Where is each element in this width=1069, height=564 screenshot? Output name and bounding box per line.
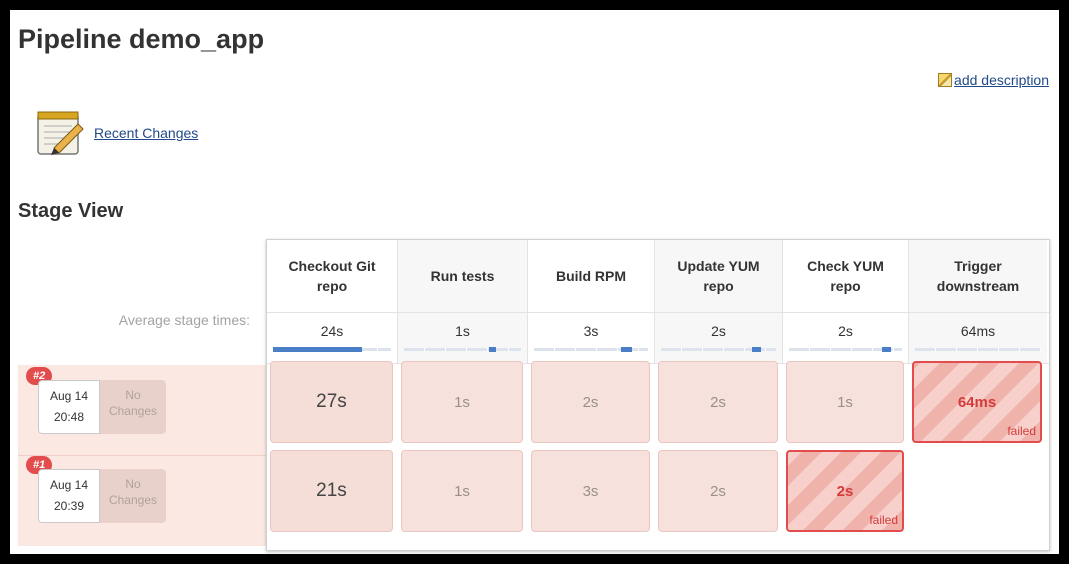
stage-average-time: 64ms [909,313,1047,363]
add-description-label: add description [954,72,1049,88]
stage-average-bar [789,347,902,352]
stage-cell[interactable]: 2s [658,450,778,532]
stage-average-value: 3s [583,323,599,339]
average-stage-times-label: Average stage times: [118,312,250,328]
stage-cell[interactable]: 2s [531,361,650,443]
failed-status-label: failed [869,513,898,527]
stage-header: Trigger downstream [909,240,1047,312]
stage-header: Build RPM [528,240,655,312]
stage-cell[interactable]: 2s failed [786,450,904,532]
stage-average-bar-fill [273,347,362,352]
stage-header: Run tests [398,240,528,312]
stage-average-time: 1s [398,313,528,363]
stage-view-title: Stage View [18,200,124,222]
stage-header: Update YUM repo [655,240,783,312]
stage-header: Check YUM repo [783,240,909,312]
stage-cell[interactable]: 2s [658,361,778,443]
stage-average-bar [404,347,521,352]
stage-average-value: 2s [711,323,726,339]
build-card[interactable]: Aug 14 20:48 No Changes [38,380,166,434]
stage-average-bar-fill [881,347,891,352]
stage-duration: 21s [316,480,347,501]
stage-average-value: 24s [320,323,344,339]
build-changes: No Changes [100,469,166,523]
stage-cell[interactable]: 27s [270,361,393,443]
stage-average-bar-fill [751,347,762,352]
stage-duration: 2s [710,393,726,411]
stage-average-value: 64ms [960,323,996,339]
stage-average-value: 1s [455,323,470,339]
stage-cell[interactable]: 1s [401,450,523,532]
stage-average-bar [661,347,776,352]
build-card[interactable]: Aug 14 20:39 No Changes [38,469,166,523]
build-date-day: Aug 14 [49,389,89,403]
stage-duration: 2s [710,482,726,500]
build-changes: No Changes [100,380,166,434]
stage-cell[interactable]: 3s [531,450,650,532]
add-description-link[interactable]: add description [938,72,1049,88]
stage-average-bar [915,348,1041,351]
stage-duration: 2s [582,393,599,411]
stage-average-time: 2s [783,313,909,363]
recent-changes[interactable]: Recent Changes [34,108,198,158]
stage-headers: Checkout Git repo Run tests Build RPM Updat… [267,240,1049,312]
jenkins-page: Pipeline demo_app add description Recent… [10,10,1059,554]
build-date: Aug 14 20:39 [38,469,100,523]
recent-changes-link[interactable]: Recent Changes [94,125,198,141]
build-date-time: 20:48 [53,410,85,424]
stage-duration: 2s [836,482,854,500]
stage-cell[interactable]: 1s [786,361,904,443]
stage-average-bar-fill [620,347,633,352]
stage-average-time: 2s [655,313,783,363]
stage-duration: 1s [837,393,853,411]
stage-duration: 1s [454,393,470,411]
average-times-row: 24s 1s 3s 2s 2s 64ms [267,312,1049,364]
stage-header: Checkout Git repo [267,240,398,312]
stage-average-time: 3s [528,313,655,363]
build-date-time: 20:39 [53,499,85,513]
notepad-pencil-icon [37,111,84,155]
stage-average-bar-fill [489,347,497,352]
stage-duration: 27s [316,391,347,412]
stage-cell[interactable]: 1s [401,361,523,443]
stage-average-bar [273,347,391,352]
build-date: Aug 14 20:48 [38,380,100,434]
stage-average-bar [534,347,648,352]
stage-cell[interactable]: 64ms failed [912,361,1042,443]
stage-cell[interactable]: 21s [270,450,393,532]
edit-icon [938,73,953,87]
stage-average-value: 2s [838,323,853,339]
page-title: Pipeline demo_app [18,24,265,54]
stage-duration: 1s [454,482,470,500]
build-date-day: Aug 14 [49,478,89,492]
stage-duration: 64ms [957,393,997,411]
stage-average-time: 24s [267,313,398,363]
stage-duration: 3s [582,482,599,500]
failed-status-label: failed [1007,424,1036,438]
